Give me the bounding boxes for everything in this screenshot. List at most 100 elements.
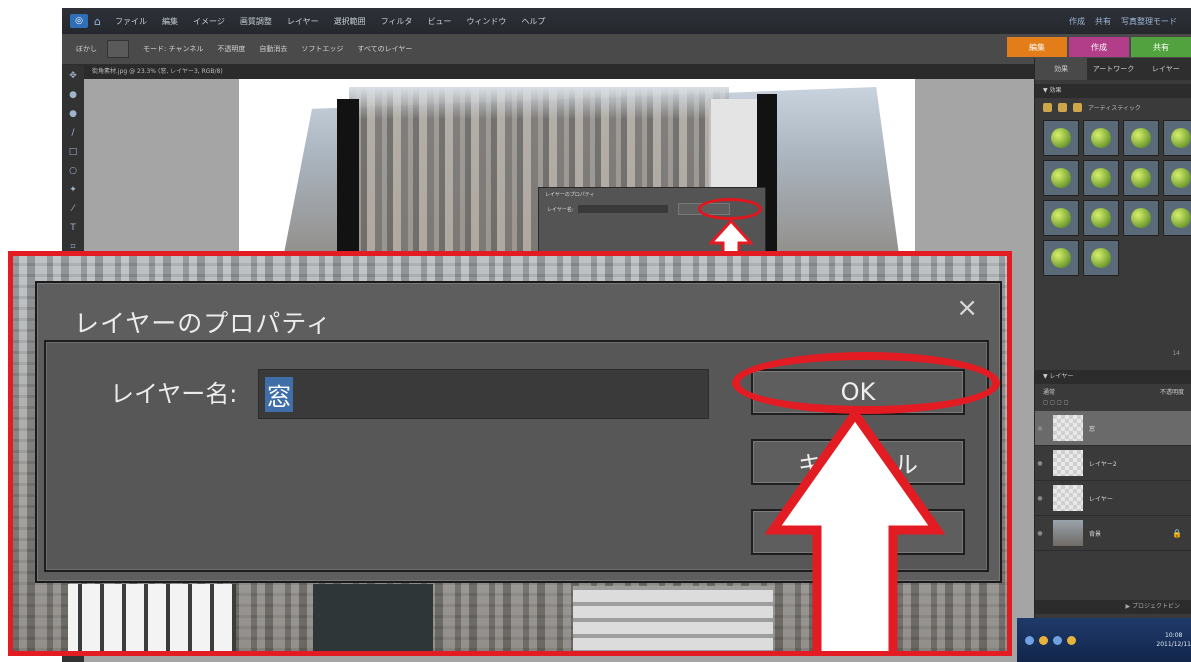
tab-share[interactable]: 共有	[1131, 37, 1191, 57]
cancel-button[interactable]: キャンセル	[751, 439, 965, 485]
blend-mode-select[interactable]: 通常	[1043, 387, 1055, 396]
lasso-tool-icon[interactable]: ○	[68, 166, 78, 176]
menu-help[interactable]: ヘルプ	[521, 16, 545, 27]
eye-icon[interactable]: ●	[1035, 530, 1045, 537]
layer-style-icon[interactable]	[1058, 102, 1067, 112]
layer-name-input[interactable]: 窓	[258, 369, 709, 419]
help-button-label: ヘルプ	[822, 520, 894, 549]
menu-view[interactable]: ビュー	[427, 16, 451, 27]
hand-tool-icon[interactable]: ●	[68, 109, 78, 119]
effect-thumb[interactable]	[1083, 240, 1119, 276]
cancel-button-label: キャンセル	[798, 450, 918, 479]
effects-grid	[1035, 116, 1191, 280]
effects-filter-select[interactable]: アーティスティック	[1088, 103, 1141, 112]
eye-icon[interactable]: ●	[1035, 460, 1045, 467]
zoomed-building-right	[573, 586, 773, 651]
opacity-label[interactable]: 不透明度	[1160, 387, 1184, 396]
project-bin-bar[interactable]: ▶ プロジェクトビン	[1035, 600, 1191, 614]
effect-thumb[interactable]	[1083, 200, 1119, 236]
effect-thumb[interactable]	[1043, 200, 1079, 236]
project-bin-label: ▶ プロジェクトビン	[1125, 603, 1180, 610]
layers-toolbar: ◻ ◻ ◻ ◻	[1043, 399, 1069, 406]
dialog-title: レイヤーのプロパティ	[74, 309, 332, 338]
magic-wand-tool-icon[interactable]: ✦	[68, 185, 78, 195]
option-blur[interactable]: ぼかし	[76, 44, 97, 54]
effect-thumb[interactable]	[1083, 160, 1119, 196]
create-link[interactable]: 作成	[1069, 16, 1085, 27]
photo-effect-icon[interactable]	[1073, 102, 1082, 112]
taskbar-app-icon[interactable]	[1053, 635, 1062, 645]
layers-mode-row: 通常 不透明度	[1035, 384, 1191, 399]
menu-file[interactable]: ファイル	[115, 16, 147, 27]
layers-header[interactable]: ▼ レイヤー	[1035, 370, 1191, 384]
effect-thumb[interactable]	[1163, 120, 1191, 156]
marquee-tool-icon[interactable]: □	[68, 147, 78, 157]
right-panel: 効果 アートワーク レイヤー ▼ 効果 アーティスティック 14 ▼ レイヤー …	[1034, 58, 1191, 662]
eye-icon[interactable]: ●	[1035, 495, 1045, 502]
brush-tool-icon[interactable]: ⁄	[68, 204, 78, 214]
menu-filter[interactable]: フィルタ	[381, 16, 413, 27]
document-tab[interactable]: 街角素材.jpg @ 23.3% (窓, レイヤー3, RGB/8)	[84, 65, 1034, 79]
effect-thumb[interactable]	[1083, 120, 1119, 156]
menu-select[interactable]: 選択範囲	[334, 16, 366, 27]
option-auto-erase[interactable]: 自動消去	[259, 44, 287, 54]
layer-name: 窓	[1089, 425, 1096, 433]
clock-time: 10:08	[1165, 632, 1183, 639]
taskbar-app-icon[interactable]	[1067, 635, 1076, 645]
layer-row[interactable]: ● レイヤー2	[1035, 446, 1191, 481]
eye-icon[interactable]: ●	[1035, 425, 1045, 432]
taskbar: 10:08 2011/12/11	[1017, 618, 1191, 662]
ok-button[interactable]: OK	[751, 369, 965, 415]
menu-image[interactable]: イメージ	[193, 16, 225, 27]
share-link[interactable]: 共有	[1095, 16, 1111, 27]
option-all-layers[interactable]: すべてのレイヤー	[357, 44, 412, 54]
type-tool-icon[interactable]: T	[68, 223, 78, 233]
effect-thumb[interactable]	[1043, 160, 1079, 196]
zoomed-callout: レイヤーのプロパティ × レイヤー名: 窓 OK キャンセル ヘルプ	[8, 251, 1012, 656]
menu-enhance[interactable]: 画質調整	[240, 16, 272, 27]
tab-layers[interactable]: レイヤー	[1140, 64, 1191, 74]
help-button[interactable]: ヘルプ	[751, 509, 965, 555]
filter-icon[interactable]	[1043, 102, 1052, 112]
tab-effects[interactable]: 効果	[1035, 58, 1088, 80]
layer-row[interactable]: ● 窓	[1035, 411, 1191, 446]
effect-thumb[interactable]	[1123, 120, 1159, 156]
lock-icon: 🔒	[1172, 528, 1182, 538]
zoom-tool-icon[interactable]: ●	[68, 90, 78, 100]
taskbar-app-icon[interactable]	[1039, 635, 1048, 645]
close-icon[interactable]: ×	[956, 293, 978, 323]
effect-thumb[interactable]	[1163, 200, 1191, 236]
move-tool-icon[interactable]: ✥	[68, 71, 78, 81]
option-soft-edge[interactable]: ソフトエッジ	[301, 44, 343, 54]
layer-row[interactable]: ● 背景 🔒	[1035, 516, 1191, 551]
mode-tabs: 編集 作成 共有	[1005, 37, 1191, 57]
effects-header[interactable]: ▼ 効果	[1035, 84, 1191, 98]
layer-thumbnail	[1053, 415, 1083, 441]
layer-row[interactable]: ● レイヤー	[1035, 481, 1191, 516]
tab-edit[interactable]: 編集	[1007, 37, 1067, 57]
zoomed-building-left	[68, 584, 236, 651]
menu-window[interactable]: ウィンドウ	[466, 16, 506, 27]
home-icon[interactable]: ⌂	[94, 15, 101, 28]
eyedropper-tool-icon[interactable]: /	[68, 128, 78, 138]
tab-artwork[interactable]: アートワーク	[1087, 64, 1139, 74]
organizer-link[interactable]: 写真整理モード	[1121, 16, 1177, 27]
menu-layer[interactable]: レイヤー	[287, 16, 319, 27]
option-opacity[interactable]: 不透明度	[217, 44, 245, 54]
taskbar-app-icon[interactable]	[1025, 635, 1034, 645]
zoomed-building-middle	[313, 584, 433, 651]
option-mode[interactable]: モード: チャンネル	[143, 44, 203, 54]
brush-swatch[interactable]	[107, 40, 129, 58]
effect-thumb[interactable]	[1123, 160, 1159, 196]
mini-dialog-label: レイヤー名:	[547, 206, 574, 213]
layer-thumbnail	[1053, 485, 1083, 511]
taskbar-clock[interactable]: 10:08 2011/12/11	[1156, 631, 1191, 649]
menu-edit[interactable]: 編集	[162, 16, 178, 27]
effect-thumb[interactable]	[1123, 200, 1159, 236]
clock-date: 2011/12/11	[1156, 641, 1191, 648]
layer-name: レイヤー2	[1089, 460, 1117, 468]
effect-thumb[interactable]	[1043, 120, 1079, 156]
tab-create[interactable]: 作成	[1069, 37, 1129, 57]
effect-thumb[interactable]	[1163, 160, 1191, 196]
effect-thumb[interactable]	[1043, 240, 1079, 276]
